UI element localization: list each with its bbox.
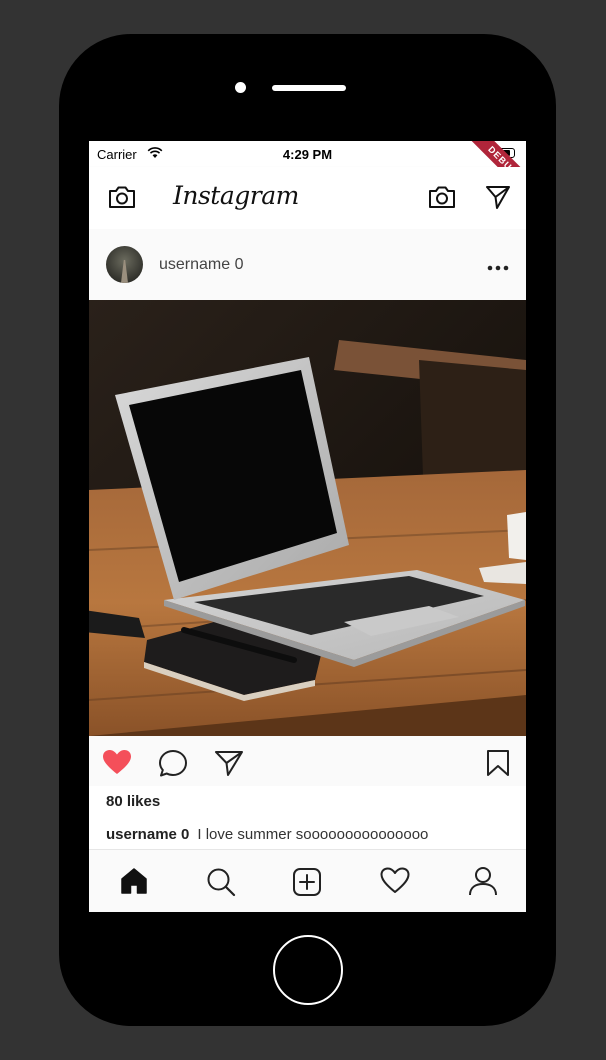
home-icon[interactable] [119,867,149,900]
home-button[interactable] [273,935,343,1005]
simulator-background: Carrier 4:29 PM DEBUG Instagram username… [0,0,606,1060]
app-bar: Instagram [89,167,526,229]
app-screen: Carrier 4:29 PM DEBUG Instagram username… [89,141,526,912]
front-camera [235,82,246,93]
likes-count[interactable]: 80 likes [106,793,160,810]
bookmark-icon[interactable] [486,749,510,782]
igtv-camera-icon[interactable] [427,184,457,215]
feed[interactable]: username 0 80 likes username 0 I love su… [89,229,526,849]
comment-icon[interactable] [158,749,188,783]
more-horizontal-icon[interactable] [487,259,509,277]
laptop-photo-illustration [89,300,526,736]
profile-icon[interactable] [468,866,498,901]
post-username[interactable]: username 0 [159,256,244,274]
earpiece-speaker [272,85,346,91]
post-photo[interactable] [89,300,526,736]
camera-icon[interactable] [107,184,137,215]
heart-icon[interactable] [380,867,410,900]
bottom-navigation [89,849,526,912]
instagram-logo: Instagram [173,181,299,210]
add-box-icon[interactable] [292,867,322,902]
send-icon[interactable] [484,183,512,216]
post-actions [89,736,526,786]
avatar[interactable] [106,246,143,283]
heart-filled-icon[interactable] [102,749,132,781]
status-time: 4:29 PM [282,147,333,162]
status-bar: Carrier 4:29 PM DEBUG [89,141,526,203]
caption-username[interactable]: username 0 [106,826,189,843]
search-icon[interactable] [206,867,236,902]
post-caption: username 0I love summer sooooooooooooooo… [106,824,506,849]
post-header: username 0 [89,229,526,300]
share-icon[interactable] [214,749,244,782]
